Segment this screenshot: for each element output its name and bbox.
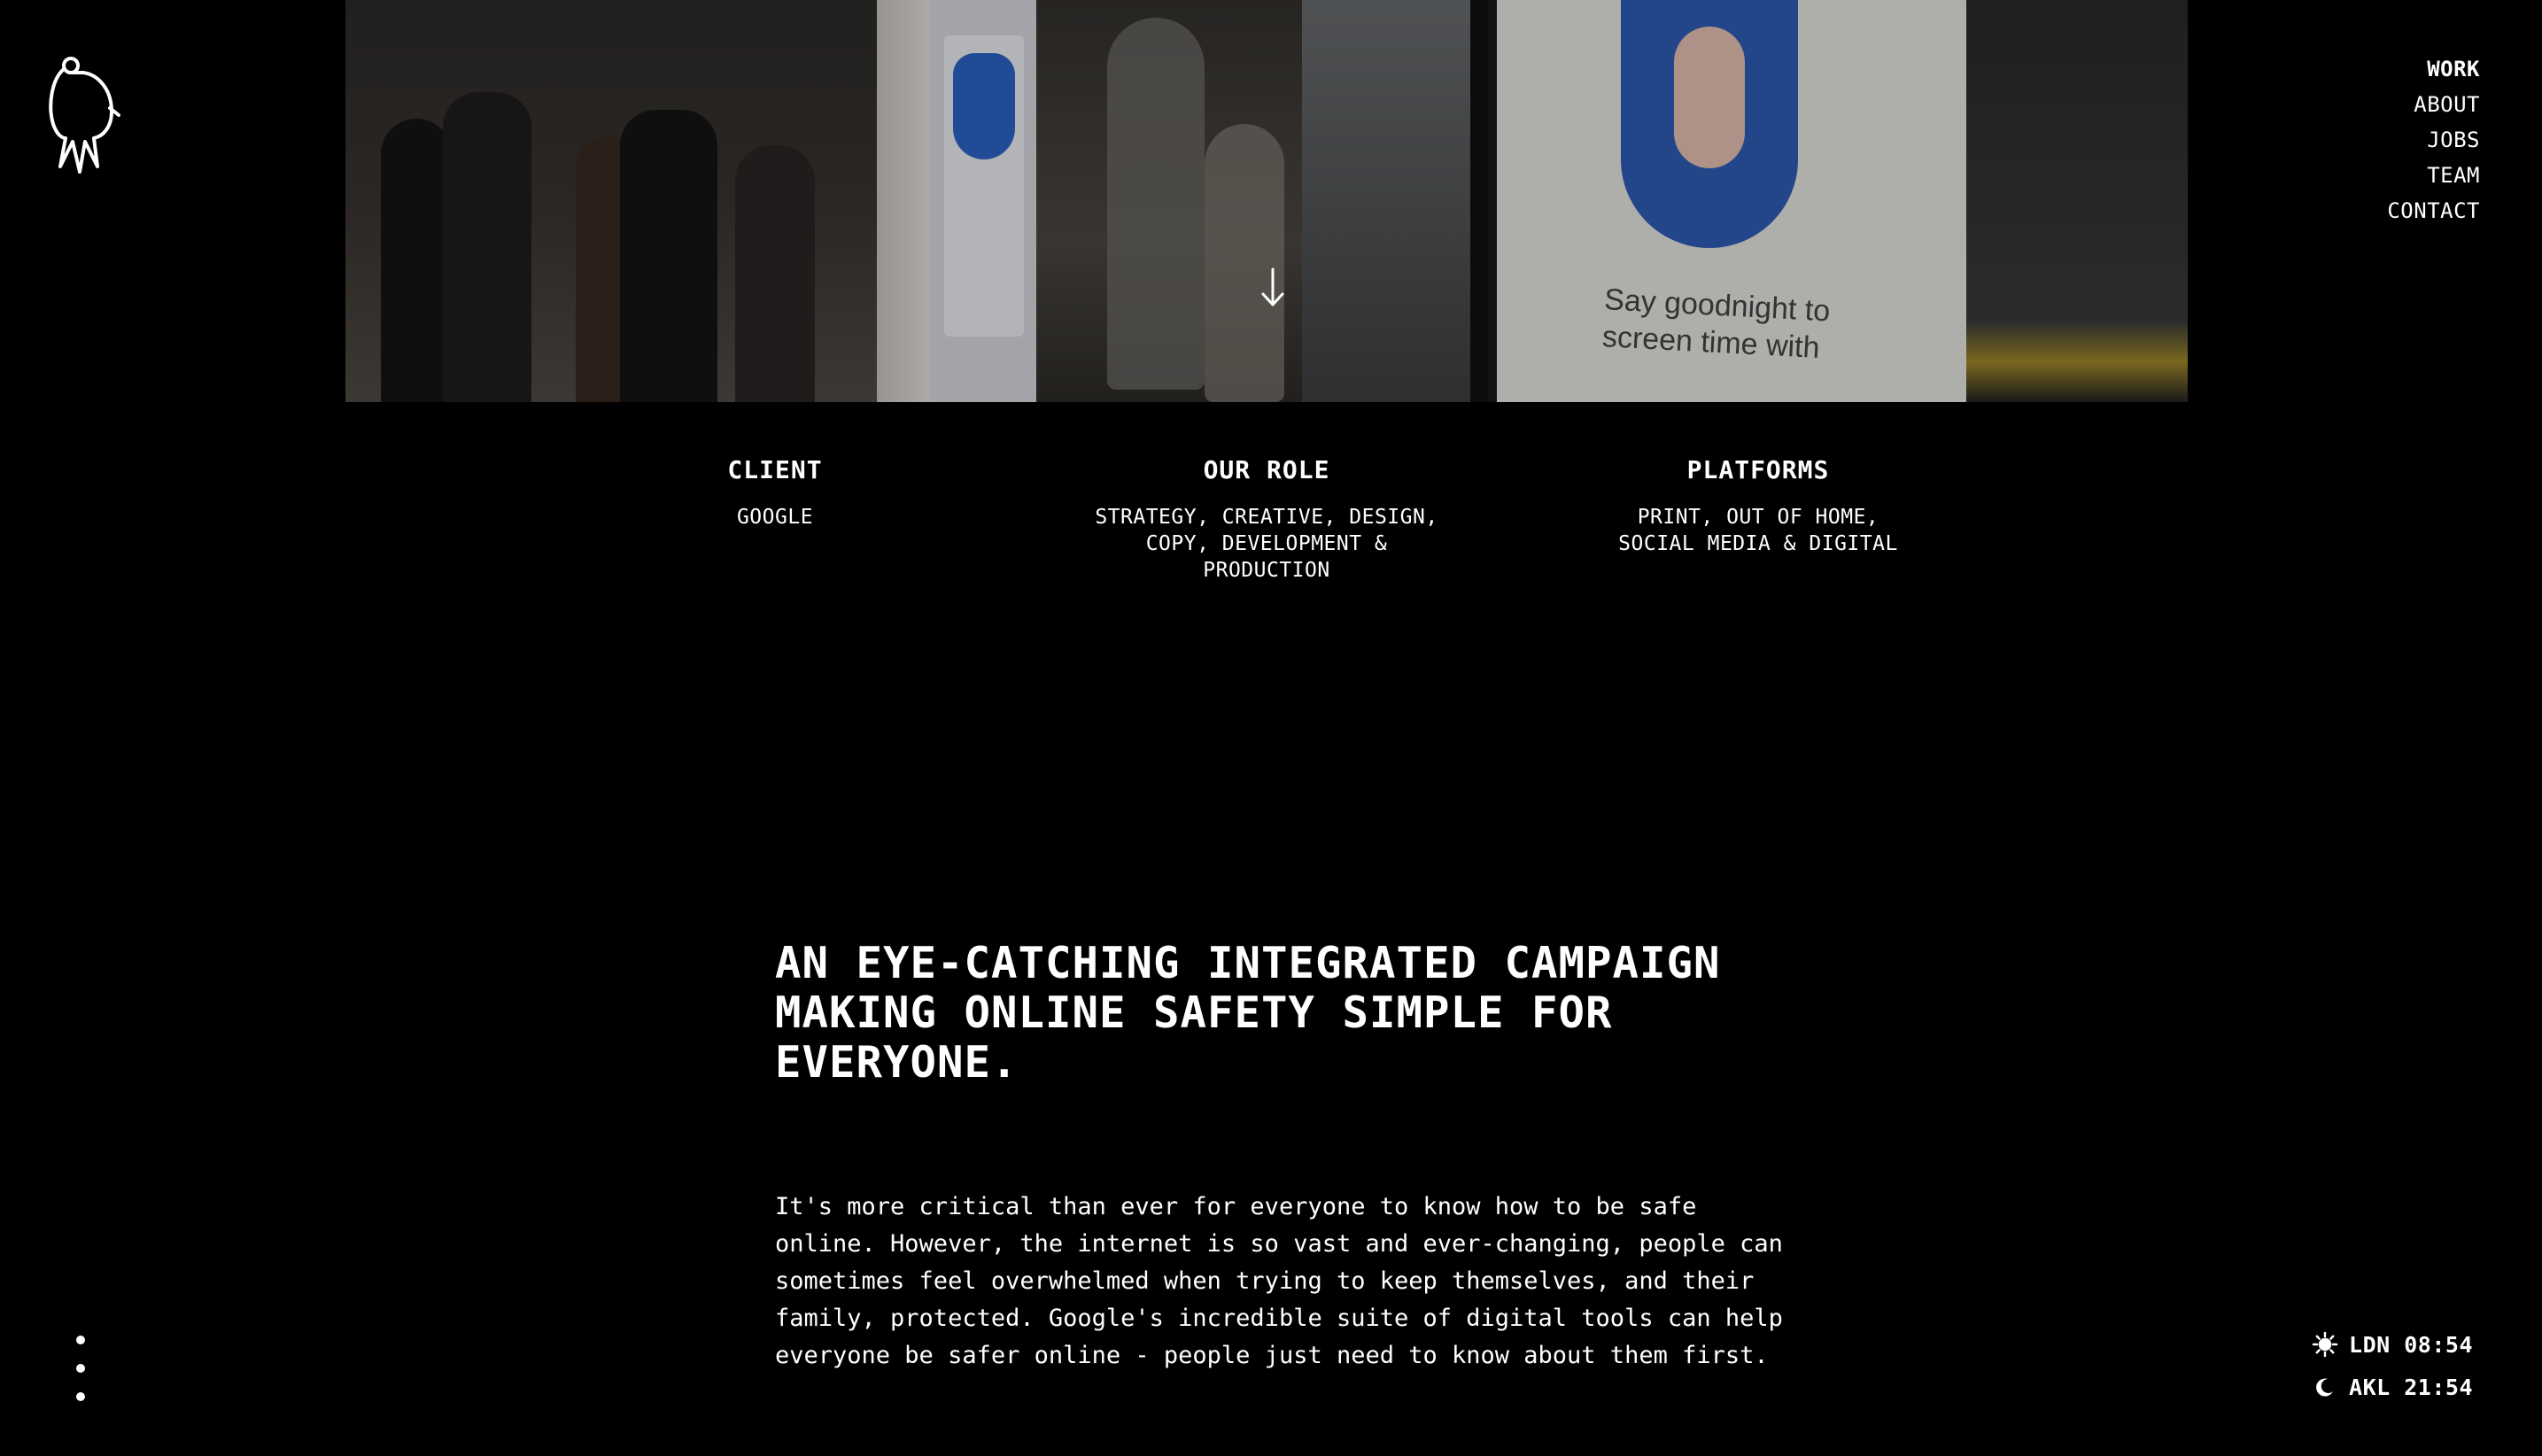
clock-ldn: LDN 08:54 [2312,1331,2473,1358]
client-value: GOOGLE [736,506,814,529]
platforms-heading: PLATFORMS [1686,455,1830,484]
platforms-info: PLATFORMS PRINT, OUT OF HOME, SOCIAL MED… [1541,455,1975,557]
role-info: OUR ROLE STRATEGY, CREATIVE, DESIGN, COP… [1045,455,1488,584]
client-info: CLIENT GOOGLE [673,455,877,531]
sun-icon [2312,1331,2338,1358]
logo-icon[interactable] [44,53,124,177]
hero-image: Say goodnight to screen time with [345,0,2188,402]
clock-ldn-label: LDN 08:54 [2349,1331,2473,1358]
moon-icon [2316,1378,2334,1397]
role-heading: OUR ROLE [1203,455,1330,484]
main-nav: WORK ABOUT JOBS TEAM CONTACT [2387,51,2480,228]
nav-item-about[interactable]: ABOUT [2387,87,2480,122]
nav-item-work[interactable]: WORK [2387,51,2480,87]
client-heading: CLIENT [727,455,823,484]
nav-item-jobs[interactable]: JOBS [2387,122,2480,158]
arrow-down-icon[interactable] [1259,266,1286,310]
page-headline: AN EYE-CATCHING INTEGRATED CAMPAIGN MAKI… [775,938,1721,1088]
nav-item-team[interactable]: TEAM [2387,158,2480,193]
more-menu-icon[interactable] [74,1336,87,1421]
intro-paragraph: It's more critical than ever for everyon… [775,1193,1783,1369]
clock-akl: AKL 21:54 [2312,1374,2473,1400]
clock-akl-label: AKL 21:54 [2349,1374,2473,1400]
nav-item-contact[interactable]: CONTACT [2387,193,2480,228]
platforms-value: PRINT, OUT OF HOME, SOCIAL MEDIA & DIGIT… [1618,506,1898,555]
role-value: STRATEGY, CREATIVE, DESIGN, COPY, DEVELO… [1095,506,1438,582]
